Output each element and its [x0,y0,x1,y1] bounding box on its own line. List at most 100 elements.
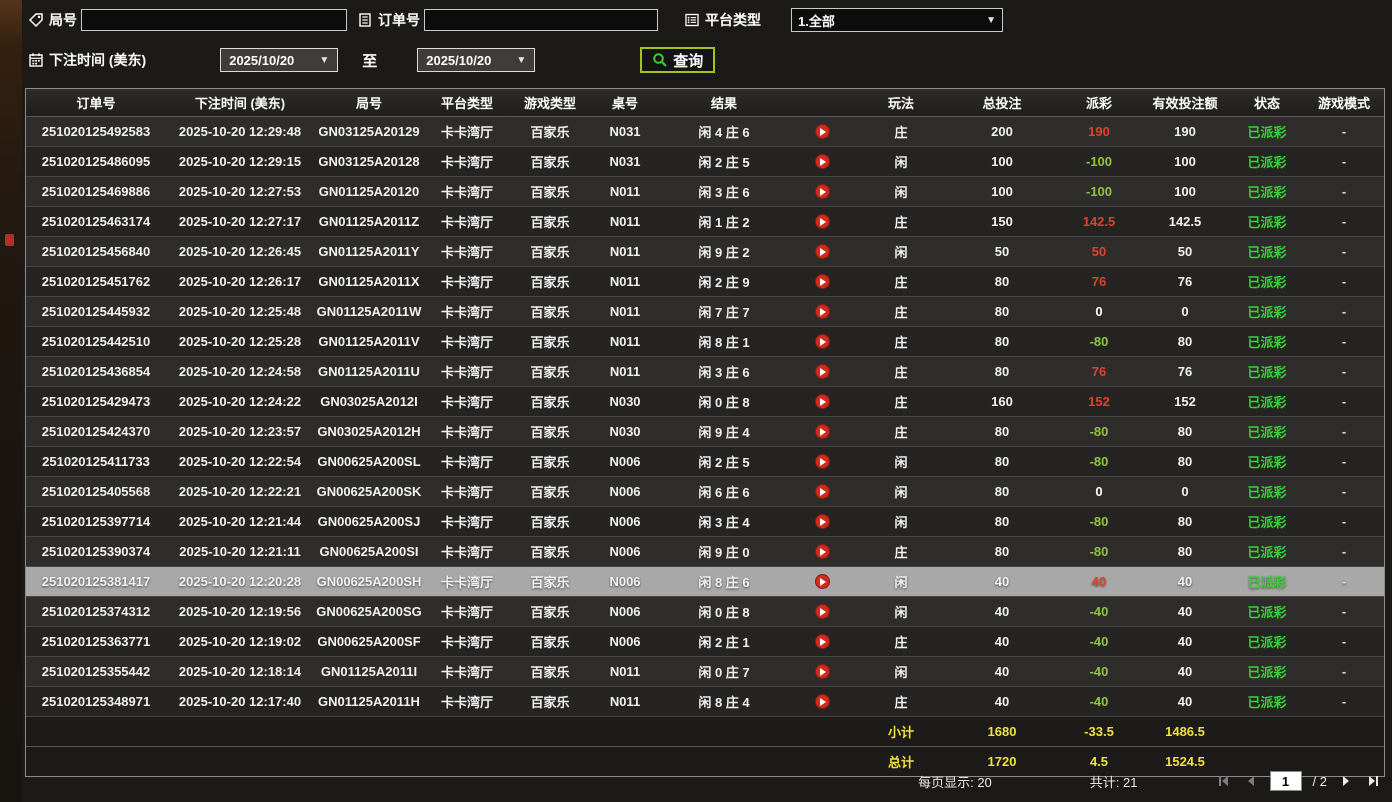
play-circle-icon[interactable] [814,514,830,529]
play-circle-icon[interactable] [814,244,830,259]
cell-game-no: GN01125A2011X [318,274,420,289]
date-from-select[interactable]: 2025/10/20 ▼ [220,48,339,72]
date-to-select[interactable]: 2025/10/20 ▼ [417,48,536,72]
play-video-button[interactable] [788,507,856,536]
play-video-button[interactable] [788,657,856,686]
table-row[interactable]: 251020125348971 2025-10-20 12:17:40 GN0112… [26,687,1384,717]
cell-game-type: 百家乐 [530,335,570,350]
table-row[interactable]: 251020125429473 2025-10-20 12:24:22 GN0302… [26,387,1384,417]
cell-platform: 卡卡湾厅 [440,155,493,170]
play-circle-icon[interactable] [814,424,830,439]
play-circle-icon[interactable] [814,394,830,409]
play-video-button[interactable] [788,417,856,446]
header-valid-bet: 有效投注额 [1152,96,1218,111]
table-row[interactable]: 251020125445932 2025-10-20 12:25:48 GN0112… [26,297,1384,327]
game-no-input[interactable] [81,9,347,31]
play-video-button[interactable] [788,207,856,236]
prev-page-button[interactable] [1243,773,1259,789]
header-game-type: 游戏类型 [523,96,576,111]
cell-table-no: N006 [609,604,641,619]
play-video-button[interactable] [788,387,856,416]
cell-game-no: GN00625A200SF [317,634,421,649]
cell-status: 已派彩 [1247,515,1287,530]
play-circle-icon[interactable] [814,304,830,319]
cell-table-no: N011 [609,244,641,259]
table-row[interactable]: 251020125390374 2025-10-20 12:21:11 GN0062… [26,537,1384,567]
table-row[interactable]: 251020125374312 2025-10-20 12:19:56 GN0062… [26,597,1384,627]
play-circle-icon[interactable] [814,154,830,169]
cell-valid-bet: 100 [1174,154,1196,169]
last-page-button[interactable] [1365,773,1381,789]
play-circle-icon[interactable] [814,454,830,469]
play-video-button[interactable] [788,627,856,656]
play-video-button[interactable] [788,567,856,596]
table-row[interactable]: 251020125405568 2025-10-20 12:22:21 GN0062… [26,477,1384,507]
cell-table-no: N011 [609,334,641,349]
play-video-button[interactable] [788,267,856,296]
cell-order: 251020125486095 [41,154,151,169]
table-row[interactable]: 251020125469886 2025-10-20 12:27:53 GN0112… [26,177,1384,207]
table-row[interactable]: 251020125456840 2025-10-20 12:26:45 GN0112… [26,237,1384,267]
play-circle-icon[interactable] [814,274,830,289]
cell-order: 251020125363771 [41,634,151,649]
table-row[interactable]: 251020125492583 2025-10-20 12:29:48 GN0312… [26,117,1384,147]
cell-valid-bet: 0 [1181,484,1189,499]
play-circle-icon[interactable] [814,334,830,349]
play-circle-icon[interactable] [814,124,830,139]
cell-platform: 卡卡湾厅 [440,185,493,200]
cell-total-bet: 150 [991,214,1013,229]
play-video-button[interactable] [788,297,856,326]
page-number-input[interactable] [1269,771,1302,791]
next-page-button[interactable] [1338,773,1354,789]
order-no-label-text: 订单号 [378,12,420,28]
cell-total-bet: 80 [994,544,1010,559]
platform-type-select[interactable]: 1.全部 ▼ [791,8,1003,32]
play-video-button[interactable] [788,447,856,476]
play-circle-icon[interactable] [814,364,830,379]
table-row[interactable]: 251020125486095 2025-10-20 12:29:15 GN0312… [26,147,1384,177]
cell-status: 已派彩 [1247,365,1287,380]
cell-table-no: N030 [609,394,641,409]
table-row[interactable]: 251020125363771 2025-10-20 12:19:02 GN0062… [26,627,1384,657]
cell-mode: - [1341,184,1347,199]
play-circle-icon[interactable] [814,544,830,559]
table-row[interactable]: 251020125397714 2025-10-20 12:21:44 GN0062… [26,507,1384,537]
play-video-button[interactable] [788,327,856,356]
play-video-button[interactable] [788,687,856,716]
table-row[interactable]: 251020125451762 2025-10-20 12:26:17 GN0112… [26,267,1384,297]
play-circle-icon[interactable] [814,574,830,589]
play-video-button[interactable] [788,147,856,176]
table-row[interactable]: 251020125424370 2025-10-20 12:23:57 GN0302… [26,417,1384,447]
play-circle-icon[interactable] [814,604,830,619]
cell-game-type: 百家乐 [530,575,570,590]
play-video-button[interactable] [788,477,856,506]
play-circle-icon[interactable] [814,634,830,649]
play-circle-icon[interactable] [814,184,830,199]
play-video-button[interactable] [788,177,856,206]
table-row[interactable]: 251020125436854 2025-10-20 12:24:58 GN0112… [26,357,1384,387]
play-video-button[interactable] [788,237,856,266]
cell-play: 庄 [894,425,908,440]
play-circle-icon[interactable] [814,664,830,679]
table-row[interactable]: 251020125442510 2025-10-20 12:25:28 GN0112… [26,327,1384,357]
play-video-button[interactable] [788,597,856,626]
order-no-input[interactable] [424,9,658,31]
table-row[interactable]: 251020125411733 2025-10-20 12:22:54 GN0062… [26,447,1384,477]
play-video-button[interactable] [788,537,856,566]
header-status: 状态 [1253,96,1280,111]
play-video-button[interactable] [788,357,856,386]
cell-mode: - [1341,484,1347,499]
play-video-button[interactable] [788,117,856,146]
table-row[interactable]: 251020125381417 2025-10-20 12:20:28 GN0062… [26,567,1384,597]
table-row[interactable]: 251020125463174 2025-10-20 12:27:17 GN0112… [26,207,1384,237]
first-page-button[interactable] [1216,773,1232,789]
cell-status: 已派彩 [1247,425,1287,440]
play-circle-icon[interactable] [814,214,830,229]
table-row[interactable]: 251020125355442 2025-10-20 12:18:14 GN0112… [26,657,1384,687]
query-button[interactable]: 查询 [640,47,716,73]
cell-order: 251020125397714 [41,514,151,529]
play-circle-icon[interactable] [814,694,830,709]
cell-table-no: N006 [609,454,641,469]
header-media-spacer [788,89,856,116]
play-circle-icon[interactable] [814,484,830,499]
